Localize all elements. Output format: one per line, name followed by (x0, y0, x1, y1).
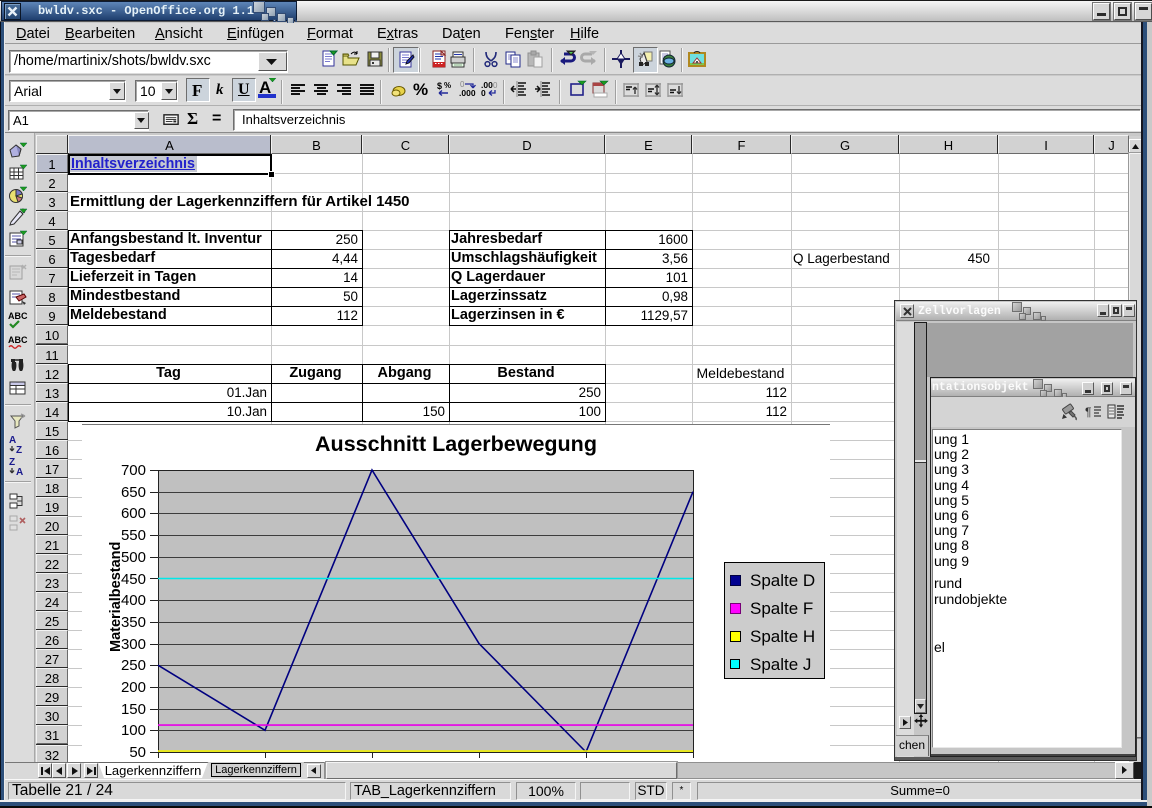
svg-text:¶: ¶ (1085, 405, 1091, 419)
